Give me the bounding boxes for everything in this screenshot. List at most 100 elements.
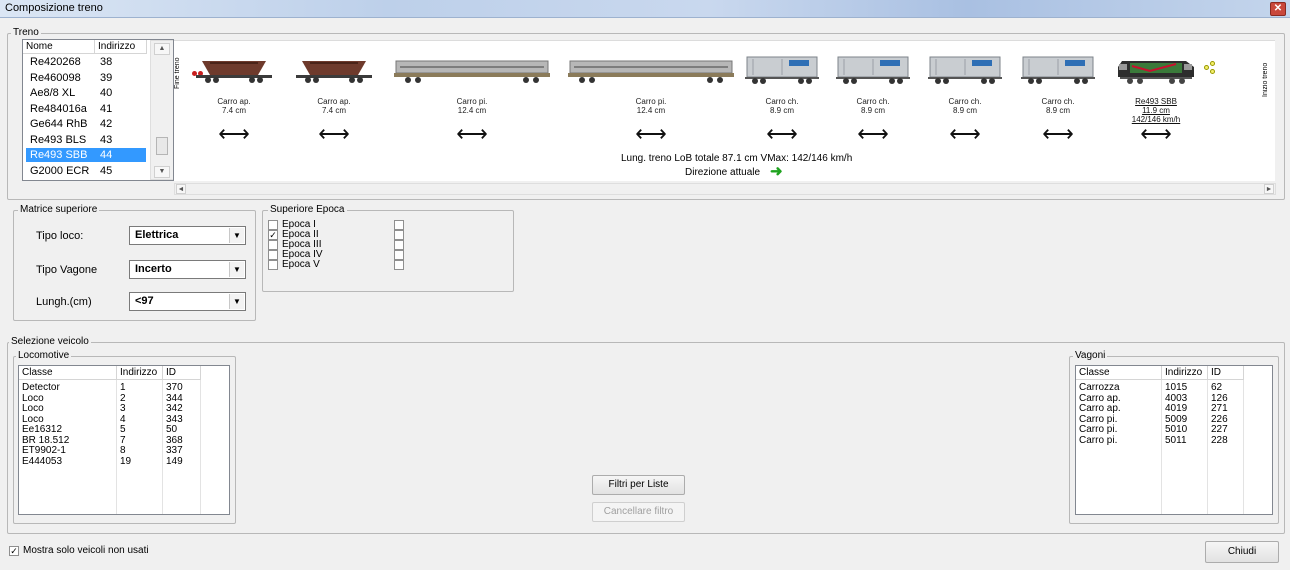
train-list-row[interactable]: Re420268 38	[23, 55, 153, 69]
tipo-vagone-select[interactable]: Incerto ▼	[129, 260, 246, 279]
chevron-down-icon[interactable]: ▼	[229, 294, 244, 309]
loco-cell-indirizzo[interactable]: 1	[117, 382, 126, 393]
loco-cell-id[interactable]: 344	[163, 393, 183, 404]
loco-cell-indirizzo[interactable]: 7	[117, 435, 126, 446]
wagon-image[interactable]	[194, 53, 274, 85]
loco-cell-id[interactable]: 342	[163, 403, 183, 414]
vag-cell-id[interactable]: 126	[1208, 393, 1228, 404]
vag-header-indirizzo[interactable]: Indirizzo	[1162, 366, 1208, 380]
train-list-row[interactable]: Re493 SBB 44	[23, 148, 153, 162]
loco-header-id[interactable]: ID	[163, 366, 201, 380]
train-list-header-name[interactable]: Nome	[23, 40, 95, 54]
wagon-direction-icon[interactable]: ⟷	[945, 123, 985, 145]
epoca-extra-checkbox[interactable]	[394, 220, 404, 230]
train-list-scrollbar[interactable]: ▲ ▼	[150, 40, 173, 180]
vag-cell-id[interactable]: 228	[1208, 435, 1228, 446]
locomotive-list[interactable]: Classe Indirizzo ID Detector 1 370 Loco 2 344…	[18, 365, 230, 515]
loco-cell-classe[interactable]: E444053	[19, 456, 62, 467]
wagon-image[interactable]	[1017, 53, 1099, 85]
loco-cell-classe[interactable]: Ee16312	[19, 424, 62, 435]
epoca-checkbox[interactable]	[268, 240, 278, 250]
loco-direction-icon[interactable]: ⟷	[1136, 123, 1176, 145]
vag-cell-id[interactable]: 271	[1208, 403, 1228, 414]
wagon-image[interactable]	[566, 53, 736, 85]
loco-cell-indirizzo[interactable]: 2	[117, 393, 126, 404]
direction-arrow-icon[interactable]: ➜	[770, 162, 783, 180]
train-list-row[interactable]: Ae8/8 XL 40	[23, 86, 153, 100]
train-list-row[interactable]: Ge644 RhB 42	[23, 117, 153, 131]
vag-cell-id[interactable]: 227	[1208, 424, 1228, 435]
loco-cell-id[interactable]: 343	[163, 414, 183, 425]
loco-cell-indirizzo[interactable]: 19	[117, 456, 131, 467]
epoca-extra-checkbox[interactable]	[394, 240, 404, 250]
chevron-down-icon[interactable]: ▼	[229, 262, 244, 277]
chiudi-button[interactable]: Chiudi	[1205, 541, 1279, 563]
train-list-row[interactable]: Re460098 39	[23, 71, 153, 85]
vag-cell-classe[interactable]: Carrozza	[1076, 382, 1120, 393]
vag-cell-classe[interactable]: Carro pi.	[1076, 414, 1117, 425]
train-list-row[interactable]: Re493 BLS 43	[23, 133, 153, 147]
vag-cell-indirizzo[interactable]: 5010	[1162, 424, 1187, 435]
loco-cell-id[interactable]: 368	[163, 435, 183, 446]
vag-cell-classe[interactable]: Carro ap.	[1076, 403, 1121, 414]
vag-header-classe[interactable]: Classe	[1076, 366, 1162, 380]
vag-cell-indirizzo[interactable]: 4019	[1162, 403, 1187, 414]
vag-cell-id[interactable]: 226	[1208, 414, 1228, 425]
train-list-header-address[interactable]: Indirizzo	[95, 40, 147, 54]
train-list-row[interactable]: G2000 ECR 45	[23, 164, 153, 178]
loco-cell-classe[interactable]: BR 18.512	[19, 435, 69, 446]
lungh-select[interactable]: <97 ▼	[129, 292, 246, 311]
vag-cell-indirizzo[interactable]: 5011	[1162, 435, 1187, 446]
scroll-down-icon[interactable]: ▼	[154, 166, 170, 178]
wagon-image[interactable]	[294, 53, 374, 85]
wagon-direction-icon[interactable]: ⟷	[762, 123, 802, 145]
loco-cell-id[interactable]: 370	[163, 382, 183, 393]
epoca-extra-checkbox[interactable]	[394, 230, 404, 240]
epoca-checkbox[interactable]	[268, 220, 278, 230]
vag-cell-indirizzo[interactable]: 5009	[1162, 414, 1187, 425]
epoca-extra-checkbox[interactable]	[394, 260, 404, 270]
wagon-direction-icon[interactable]: ⟷	[853, 123, 893, 145]
wagon-direction-icon[interactable]: ⟷	[1038, 123, 1078, 145]
vag-cell-indirizzo[interactable]: 4003	[1162, 393, 1187, 404]
vag-cell-id[interactable]: 62	[1208, 382, 1222, 393]
vag-header-id[interactable]: ID	[1208, 366, 1244, 380]
wagon-direction-icon[interactable]: ⟷	[631, 123, 671, 145]
wagon-image[interactable]	[924, 53, 1006, 85]
scroll-thumb[interactable]	[156, 137, 168, 155]
loco-image[interactable]	[1116, 53, 1196, 85]
epoca-checkbox[interactable]	[268, 260, 278, 270]
train-hscrollbar[interactable]: ◄ ►	[174, 183, 1276, 195]
vag-cell-classe[interactable]: Carro ap.	[1076, 393, 1121, 404]
scroll-left-icon[interactable]: ◄	[176, 184, 186, 194]
wagon-direction-icon[interactable]: ⟷	[314, 123, 354, 145]
loco-header-indirizzo[interactable]: Indirizzo	[117, 366, 163, 380]
cancellare-filtro-button[interactable]: Cancellare filtro	[592, 502, 685, 522]
vag-cell-indirizzo[interactable]: 1015	[1162, 382, 1187, 393]
wagon-image[interactable]	[832, 53, 914, 85]
filtri-button[interactable]: Filtri per Liste	[592, 475, 685, 495]
close-icon[interactable]: ✕	[1270, 2, 1286, 16]
loco-cell-id[interactable]: 149	[163, 456, 183, 467]
loco-cell-indirizzo[interactable]: 8	[117, 445, 126, 456]
epoca-checkbox[interactable]	[268, 250, 278, 260]
loco-cell-id[interactable]: 50	[163, 424, 177, 435]
loco-cell-classe[interactable]: Loco	[19, 393, 44, 404]
loco-cell-classe[interactable]: ET9902-1	[19, 445, 66, 456]
wagon-direction-icon[interactable]: ⟷	[452, 123, 492, 145]
loco-cell-classe[interactable]: Detector	[19, 382, 60, 393]
vag-cell-classe[interactable]: Carro pi.	[1076, 424, 1117, 435]
vag-cell-classe[interactable]: Carro pi.	[1076, 435, 1117, 446]
loco-cell-classe[interactable]: Loco	[19, 414, 44, 425]
wagon-image[interactable]	[392, 53, 552, 85]
epoca-extra-checkbox[interactable]	[394, 250, 404, 260]
wagon-image[interactable]	[741, 53, 823, 85]
scroll-up-icon[interactable]: ▲	[154, 43, 170, 55]
train-list[interactable]: Nome Indirizzo Re420268 38 Re460098 39 Ae8/8…	[22, 39, 174, 181]
loco-header-classe[interactable]: Classe	[19, 366, 117, 380]
scroll-right-icon[interactable]: ►	[1264, 184, 1274, 194]
loco-cell-classe[interactable]: Loco	[19, 403, 44, 414]
train-list-row[interactable]: Re484016a 41	[23, 102, 153, 116]
mostra-checkbox[interactable]: ✓	[9, 546, 19, 556]
vagoni-list[interactable]: Classe Indirizzo ID Carrozza 1015 62 Carro …	[1075, 365, 1273, 515]
